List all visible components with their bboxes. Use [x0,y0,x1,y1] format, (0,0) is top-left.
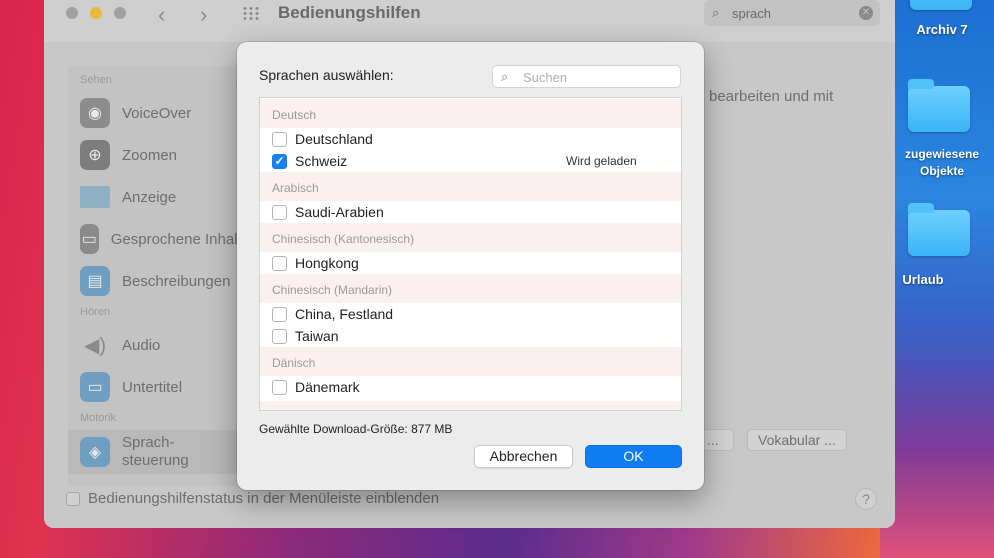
desktop-item-label: Archiv 7 [916,22,968,37]
zoom-icon: ⊕ [80,140,110,170]
language-search-input[interactable]: ⌕ Suchen [492,65,681,88]
group-header-daenisch: Dänisch [260,347,681,376]
sidebar-item-label: Beschreibungen [122,272,231,290]
display-icon [80,186,110,208]
forward-icon[interactable]: › [200,2,207,28]
list-item-daenemark[interactable]: Dänemark [272,376,672,398]
language-label: Saudi-Arabien [295,204,384,220]
folder-icon [908,79,970,132]
list-item-china-festland[interactable]: China, Festland [272,303,672,325]
vocabulary-button[interactable]: Vokabular ... [747,429,847,451]
dialog-title: Sprachen auswählen: [259,67,394,83]
sidebar-item-anzeige[interactable]: Anzeige [80,180,176,214]
desktop-item-urlaub[interactable]: Urlaub [886,200,994,292]
voice-control-icon: ◈ [80,437,110,467]
sidebar-section-sehen: Sehen [80,74,112,86]
sidebar: Sehen ◉ VoiceOver ⊕ Zoomen Anzeige ▭ Ges… [68,66,250,486]
help-button[interactable]: ? [855,488,877,510]
search-value: sprach [732,6,772,21]
sidebar-item-voiceover[interactable]: ◉ VoiceOver [80,96,191,130]
descriptions-icon: ▤ [80,266,110,296]
sidebar-section-hoeren: Hören [80,306,110,318]
desktop-item-label: Urlaub [902,272,944,287]
menu-status-checkbox[interactable]: Bedienungshilfenstatus in der Menüleiste… [66,490,439,507]
ok-button[interactable]: OK [585,445,682,468]
settings-search-input[interactable]: ⌕ sprach ✕ [704,0,880,26]
search-icon: ⌕ [501,69,509,84]
search-icon: ⌕ [712,5,720,20]
window-title: Bedienungshilfen [278,3,421,22]
desktop-item-zugewiesene[interactable]: zugewiesene Objekte [886,79,994,184]
download-size-label: Gewählte Download-Größe: 877 MB [259,422,453,436]
language-label: Taiwan [295,328,339,344]
language-list[interactable]: Deutsch Deutschland ✓ Schweiz Wird gelad… [259,97,682,411]
list-item-schweiz[interactable]: ✓ Schweiz Wird geladen [272,150,672,172]
folder-icon [910,0,972,10]
cancel-button[interactable]: Abbrechen [474,445,573,468]
sidebar-section-motorik: Motorik [80,412,117,424]
clear-search-icon[interactable]: ✕ [859,6,873,20]
group-header-kantonesisch: Chinesisch (Kantonesisch) [260,223,681,252]
group-header-arabisch: Arabisch [260,172,681,201]
group-header-deutsch: Deutsch [260,99,681,128]
checkbox[interactable] [272,204,287,220]
search-placeholder: Suchen [523,70,568,85]
sidebar-item-label: Anzeige [122,188,177,206]
checkbox[interactable] [66,491,80,506]
list-item-saudi-arabien[interactable]: Saudi-Arabien [272,201,672,223]
sidebar-item-label: Untertitel [122,378,183,396]
language-label: Deutschland [295,131,373,147]
sidebar-item-label: Audio [122,336,161,354]
language-label: Hongkong [295,255,359,271]
close-window-button[interactable] [66,7,78,19]
checkbox[interactable] [272,306,287,322]
language-label: China, Festland [295,306,394,322]
checkbox[interactable] [272,255,287,271]
sidebar-item-label: Gesprochene Inhalte [110,230,250,248]
checkbox[interactable] [272,131,287,147]
desktop-item-label: zugewiesene Objekte [904,147,980,178]
sidebar-item-zoomen[interactable]: ⊕ Zoomen [80,138,177,172]
back-icon[interactable]: ‹ [158,2,165,28]
sidebar-item-sprachsteuerung[interactable]: ◈ Sprach- steuerung [68,430,248,474]
minimize-window-button[interactable] [90,7,102,19]
sidebar-item-untertitel[interactable]: ▭ Untertitel [80,370,182,404]
sidebar-item-audio[interactable]: ◀) Audio [80,328,160,362]
title-bar: ‹ › Bedienungshilfen ⌕ sprach ✕ [44,0,895,42]
sidebar-item-gesprochene-inhalte[interactable]: ▭ Gesprochene Inhalte [80,222,250,256]
checkbox-checked[interactable]: ✓ [272,153,287,169]
group-header-mandarin: Chinesisch (Mandarin) [260,274,681,303]
show-all-grid-icon[interactable] [242,6,260,20]
audio-icon: ◀) [83,334,107,357]
list-item-hongkong[interactable]: Hongkong [272,252,672,274]
voiceover-icon: ◉ [80,98,110,128]
speech-icon: ▭ [80,224,99,254]
language-label: Dänemark [295,379,360,395]
checkbox[interactable] [272,328,287,344]
menu-status-label: Bedienungshilfenstatus in der Menüleiste… [88,490,440,507]
desktop-item-archiv[interactable]: Archiv 7 [890,0,994,42]
sidebar-item-beschreibungen[interactable]: ▤ Beschreibungen [80,264,230,298]
list-item-taiwan[interactable]: Taiwan [272,325,672,347]
list-item-deutschland[interactable]: Deutschland [272,128,672,150]
zoom-window-button[interactable] [114,7,126,19]
folder-icon [908,203,970,256]
download-status: Wird geladen [566,154,637,168]
main-description-text: bearbeiten und mit [709,88,834,105]
sidebar-item-label: Zoomen [122,146,178,164]
language-select-dialog: Sprachen auswählen: ⌕ Suchen Deutsch Deu… [237,42,704,490]
sidebar-item-label: VoiceOver [122,104,192,122]
group-header-partial [260,401,681,410]
sidebar-item-label: Sprach- steuerung [122,434,189,469]
language-label: Schweiz [295,153,348,169]
checkbox[interactable] [272,379,287,395]
checkmark-icon: ✓ [274,154,285,168]
captions-icon: ▭ [80,372,110,402]
